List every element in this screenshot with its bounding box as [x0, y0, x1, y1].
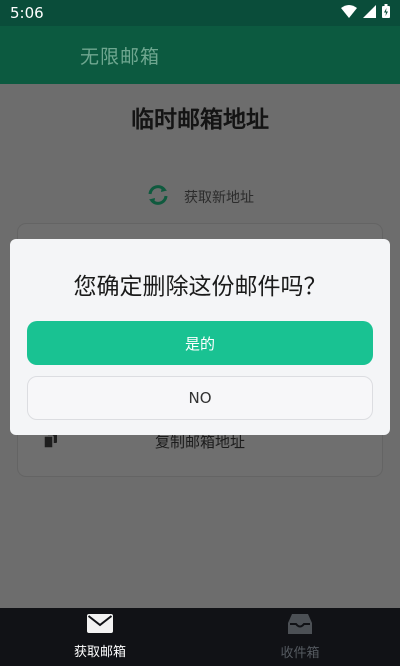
nav-label-inbox: 收件箱	[280, 645, 320, 661]
page-title: 临时邮箱地址	[131, 107, 269, 133]
confirm-no-button[interactable]: NO	[27, 376, 373, 420]
status-time: 5:06	[10, 4, 44, 22]
wifi-icon	[341, 4, 357, 22]
nav-label-get-mailbox: 获取邮箱	[73, 645, 126, 660]
get-new-address-label: 获取新地址	[184, 190, 254, 206]
confirm-yes-button[interactable]: 是的	[27, 321, 373, 365]
status-bar: 5:06	[0, 0, 400, 26]
inbox-icon	[288, 613, 312, 638]
mail-icon	[87, 614, 113, 637]
dialog-message: 您确定删除这份邮件吗？	[73, 274, 327, 300]
nav-item-get-mailbox[interactable]: 获取邮箱	[0, 608, 200, 666]
app-title: 无限邮箱	[80, 45, 161, 68]
status-icons	[341, 4, 390, 22]
delete-confirm-dialog: 您确定删除这份邮件吗？ 是的 NO	[10, 239, 390, 435]
battery-icon	[382, 4, 390, 22]
signal-icon	[363, 4, 376, 22]
get-new-address-button[interactable]: 获取新地址	[0, 184, 400, 210]
refresh-icon	[146, 184, 170, 210]
bottom-nav: 获取邮箱 收件箱	[0, 608, 400, 666]
nav-item-inbox[interactable]: 收件箱	[200, 608, 400, 666]
app-bar: 无限邮箱	[0, 26, 400, 84]
